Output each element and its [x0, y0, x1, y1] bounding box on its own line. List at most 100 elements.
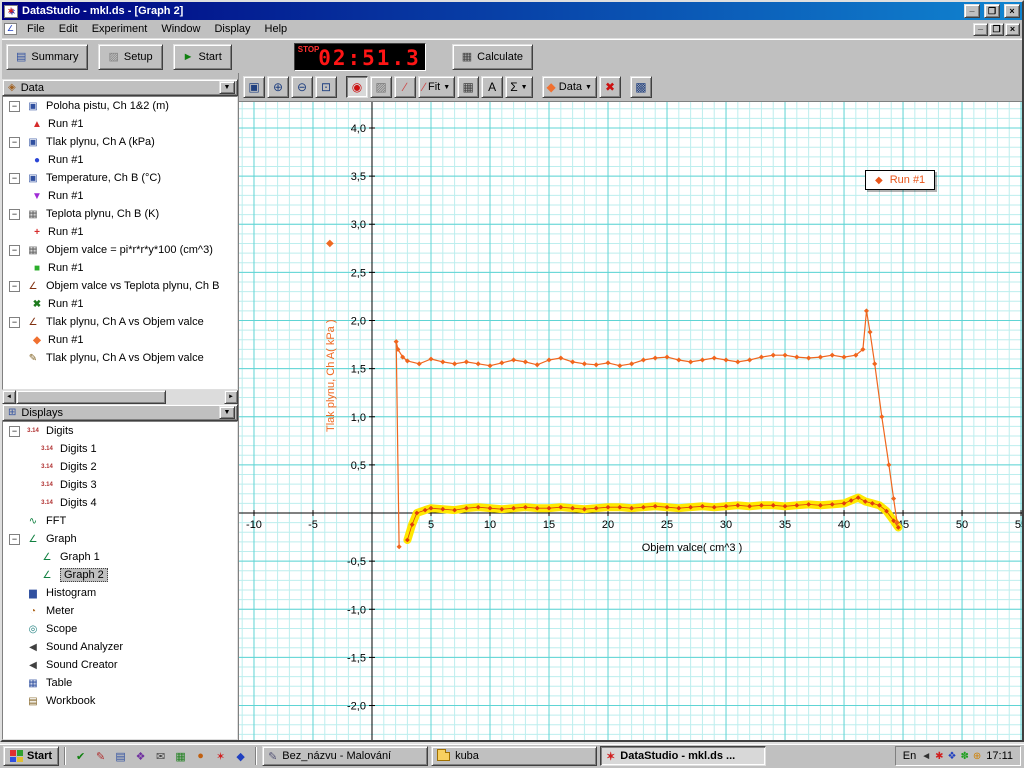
title-bar[interactable]: ✶ DataStudio - mkl.ds - [Graph 2] _ ❐ ×	[2, 2, 1022, 20]
run-row[interactable]: ■Run #1	[3, 259, 237, 277]
display-item-row[interactable]: ∿FFT	[3, 512, 237, 530]
plot-area[interactable]: -10-55101520253035404550554,03,53,02,52,…	[239, 101, 1022, 740]
minimize-button[interactable]: _	[964, 4, 980, 18]
quicklaunch-icon-2[interactable]: ✎	[91, 747, 110, 766]
data-item-row[interactable]: −▦Teplota plynu, Ch B (K)	[3, 205, 237, 223]
tree-collapse-icon[interactable]: −	[9, 101, 20, 112]
mdi-restore-button[interactable]: ❐	[989, 23, 1004, 36]
statistics-menu-button[interactable]: Σ▼	[505, 76, 532, 98]
run-row[interactable]: ✖Run #1	[3, 295, 237, 313]
data-item-row[interactable]: −▣Tlak plynu, Ch A (kPa)	[3, 133, 237, 151]
tree-collapse-icon[interactable]: −	[9, 534, 20, 545]
mdi-close-button[interactable]: ×	[1005, 23, 1020, 36]
remove-button[interactable]: ✖	[599, 76, 621, 98]
notes-tool-button[interactable]: ▨	[370, 76, 392, 98]
close-button[interactable]: ×	[1004, 4, 1020, 18]
tray-icon-3[interactable]: ❖	[948, 751, 957, 762]
data-item-row[interactable]: −▣Poloha pistu, Ch 1&2 (m)	[3, 97, 237, 115]
menu-help[interactable]: Help	[258, 21, 295, 37]
data-pane-dropdown-arrow-icon[interactable]: ▼	[219, 81, 235, 94]
task-button[interactable]: ✎Bez_názvu - Malování	[262, 746, 428, 766]
tree-collapse-icon[interactable]: −	[9, 173, 20, 184]
displays-pane-dropdown-arrow-icon[interactable]: ▼	[219, 406, 235, 419]
hscroll-right-button[interactable]: ►	[224, 390, 238, 404]
menu-display[interactable]: Display	[207, 21, 257, 37]
task-button[interactable]: ✶DataStudio - mkl.ds ...	[600, 746, 766, 766]
mdi-minimize-button[interactable]: _	[973, 23, 988, 36]
data-item-row[interactable]: −∠Objem valce vs Teplota plynu, Ch B	[3, 277, 237, 295]
tree-collapse-icon[interactable]: −	[9, 281, 20, 292]
tree-collapse-icon[interactable]: −	[9, 209, 20, 220]
display-item-row[interactable]: ◀Sound Analyzer	[3, 638, 237, 656]
display-item-row[interactable]: ▆Histogram	[3, 584, 237, 602]
display-child-row[interactable]: ∠Graph 2	[3, 566, 237, 584]
tree-collapse-icon[interactable]: −	[9, 317, 20, 328]
data-pane-header[interactable]: ◈ Data ▼	[2, 79, 238, 96]
x-axis-title[interactable]: Objem valce( cm^3 )	[602, 542, 782, 554]
legend[interactable]: ◆ Run #1	[865, 170, 935, 190]
display-item-row[interactable]: ◀Sound Creator	[3, 656, 237, 674]
smart-tool-button[interactable]: ◉	[346, 76, 368, 98]
text-annotation-button[interactable]: A	[481, 76, 503, 98]
graph-settings-button[interactable]: ▩	[630, 76, 652, 98]
zoom-out-button[interactable]: ⊖	[291, 76, 313, 98]
start-menu-button[interactable]: Start	[3, 746, 59, 766]
display-child-row[interactable]: ∠Graph 1	[3, 548, 237, 566]
tree-collapse-icon[interactable]: −	[9, 137, 20, 148]
display-child-row[interactable]: 3.14Digits 4	[3, 494, 237, 512]
data-item-row[interactable]: −∠Tlak plynu, Ch A vs Objem valce	[3, 313, 237, 331]
quicklaunch-icon-3[interactable]: ▤	[111, 747, 130, 766]
run-row[interactable]: ●Run #1	[3, 151, 237, 169]
graph-plot[interactable]: -10-55101520253035404550554,03,53,02,52,…	[239, 102, 1022, 740]
run-row[interactable]: ◆Run #1	[3, 331, 237, 349]
display-child-row[interactable]: 3.14Digits 2	[3, 458, 237, 476]
task-button[interactable]: kuba	[431, 746, 597, 766]
menu-experiment[interactable]: Experiment	[85, 21, 155, 37]
scale-to-fit-button[interactable]: ▣	[243, 76, 265, 98]
tray-icon-5[interactable]: ⊕	[973, 751, 981, 762]
tray-icon-4[interactable]: ✽	[961, 751, 969, 762]
keyboard-layout-indicator[interactable]: En	[903, 750, 916, 762]
y-axis-title[interactable]: Tlak plynu, Ch A( kPa )	[325, 260, 337, 432]
data-menu-button[interactable]: ◆Data▼	[542, 76, 597, 98]
calculator-button[interactable]: ▦	[457, 76, 479, 98]
menu-window[interactable]: Window	[154, 21, 207, 37]
display-item-row[interactable]: ◔Meter	[3, 602, 237, 620]
displays-pane-header[interactable]: ⊞ Displays ▼	[2, 404, 238, 421]
menu-file[interactable]: File	[20, 21, 52, 37]
data-item-row[interactable]: ✎Tlak plynu, Ch A vs Objem valce	[3, 349, 237, 367]
zoom-in-button[interactable]: ⊕	[267, 76, 289, 98]
quicklaunch-icon-1[interactable]: ✔	[71, 747, 90, 766]
quicklaunch-icon-9[interactable]: ◆	[231, 747, 250, 766]
display-item-row[interactable]: −3.14Digits	[3, 422, 237, 440]
quicklaunch-icon-4[interactable]: ❖	[131, 747, 150, 766]
display-child-row[interactable]: 3.14Digits 3	[3, 476, 237, 494]
display-item-row[interactable]: ◎Scope	[3, 620, 237, 638]
summary-button[interactable]: ▤ Summary	[6, 44, 88, 70]
calculate-button[interactable]: ▦ Calculate	[452, 44, 533, 70]
tray-icon-2[interactable]: ✱	[935, 751, 943, 762]
run-row[interactable]: +Run #1	[3, 223, 237, 241]
tree-collapse-icon[interactable]: −	[9, 245, 20, 256]
fit-menu-button[interactable]: ∕Fit▼	[418, 76, 455, 98]
quicklaunch-icon-8[interactable]: ✶	[211, 747, 230, 766]
quicklaunch-icon-7[interactable]: ●	[191, 747, 210, 766]
run-row[interactable]: ▲Run #1	[3, 115, 237, 133]
slope-tool-button[interactable]: ∕	[394, 76, 416, 98]
display-item-row[interactable]: ▤Workbook	[3, 692, 237, 710]
setup-button[interactable]: ▨ Setup	[98, 44, 162, 70]
data-pane-hscrollbar[interactable]: ◄ ►	[2, 390, 238, 404]
display-item-row[interactable]: ▦Table	[3, 674, 237, 692]
start-button[interactable]: ► Start	[173, 44, 232, 70]
menu-edit[interactable]: Edit	[52, 21, 85, 37]
restore-button[interactable]: ❐	[984, 4, 1000, 18]
data-item-row[interactable]: −▣Temperature, Ch B (°C)	[3, 169, 237, 187]
quicklaunch-icon-5[interactable]: ✉	[151, 747, 170, 766]
quicklaunch-icon-6[interactable]: ▦	[171, 747, 190, 766]
hscroll-thumb[interactable]	[16, 390, 166, 404]
volume-icon[interactable]: ◄	[921, 751, 931, 762]
zoom-select-button[interactable]: ⊡	[315, 76, 337, 98]
run-row[interactable]: ▼Run #1	[3, 187, 237, 205]
tree-collapse-icon[interactable]: −	[9, 426, 20, 437]
hscroll-left-button[interactable]: ◄	[2, 390, 16, 404]
